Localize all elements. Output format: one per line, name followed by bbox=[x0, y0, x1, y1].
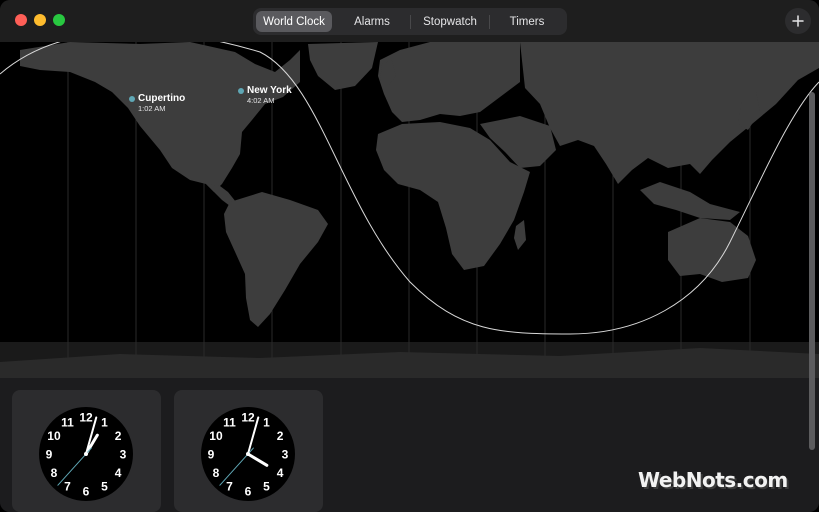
clock-numeral: 7 bbox=[64, 480, 71, 494]
clock-numeral: 8 bbox=[51, 466, 58, 480]
clock-center-cap bbox=[246, 452, 250, 456]
zoom-window-button[interactable] bbox=[53, 14, 65, 26]
clock-numeral: 11 bbox=[61, 415, 74, 429]
clock-numeral: 2 bbox=[115, 429, 122, 443]
clock-numeral: 3 bbox=[282, 448, 289, 462]
watermark: WebNots.com bbox=[638, 468, 788, 492]
clock-numeral: 7 bbox=[226, 480, 233, 494]
city-pin-cupertino[interactable]: Cupertino 1:02 AM bbox=[129, 93, 185, 113]
clock-numeral: 4 bbox=[115, 466, 122, 480]
clock-app-window: World Clock Alarms Stopwatch Timers Cupe… bbox=[0, 0, 819, 512]
clock-numeral: 5 bbox=[263, 480, 270, 494]
city-name: New York bbox=[247, 85, 292, 96]
clock-numeral: 9 bbox=[46, 448, 53, 462]
location-dot-icon bbox=[129, 96, 135, 102]
clock-numeral: 4 bbox=[277, 466, 284, 480]
clock-card-cupertino[interactable]: 12 1 2 3 4 5 6 7 8 9 10 11 bbox=[12, 390, 161, 512]
clock-center-cap bbox=[84, 452, 88, 456]
tab-alarms[interactable]: Alarms bbox=[334, 11, 410, 32]
clock-numeral: 6 bbox=[245, 485, 252, 499]
city-time: 4:02 AM bbox=[247, 96, 275, 105]
vertical-scrollbar[interactable] bbox=[809, 92, 815, 450]
clock-numeral: 2 bbox=[277, 429, 284, 443]
clock-numeral: 1 bbox=[101, 415, 108, 429]
clock-numeral: 12 bbox=[241, 411, 255, 425]
city-name: Cupertino bbox=[138, 93, 186, 104]
analog-clock-new-york: 12 12 3 45678 9 1011 bbox=[201, 407, 295, 501]
city-time: 1:02 AM bbox=[138, 104, 166, 113]
clock-numeral: 5 bbox=[101, 480, 108, 494]
clock-numeral: 1 bbox=[263, 415, 270, 429]
clock-numeral: 6 bbox=[83, 485, 90, 499]
clock-numeral: 11 bbox=[223, 415, 236, 429]
clock-numeral: 10 bbox=[47, 429, 61, 443]
location-dot-icon bbox=[238, 88, 244, 94]
clock-numeral: 8 bbox=[213, 466, 220, 480]
clock-card-new-york[interactable]: 12 1 2 3 4 5 6 7 8 9 10 11 bbox=[174, 390, 323, 512]
tab-timers[interactable]: Timers bbox=[490, 11, 564, 32]
clock-numeral: 9 bbox=[208, 448, 215, 462]
tab-stopwatch[interactable]: Stopwatch bbox=[411, 11, 489, 32]
clock-numeral: 3 bbox=[120, 448, 127, 462]
tab-world-clock[interactable]: World Clock bbox=[256, 11, 332, 32]
clock-numeral: 10 bbox=[209, 429, 223, 443]
close-window-button[interactable] bbox=[15, 14, 27, 26]
city-pin-new-york[interactable]: New York 4:02 AM bbox=[238, 85, 292, 105]
world-map: Cupertino 1:02 AM New York 4:02 AM bbox=[0, 42, 819, 378]
title-bar: World Clock Alarms Stopwatch Timers bbox=[0, 0, 819, 42]
add-city-button[interactable] bbox=[785, 8, 811, 34]
minimize-window-button[interactable] bbox=[34, 14, 46, 26]
clock-numeral: 12 bbox=[79, 411, 93, 425]
plus-icon bbox=[792, 15, 804, 27]
analog-clock-cupertino: 12 12 3 45678 9 1011 bbox=[39, 407, 133, 501]
mode-tab-bar: World Clock Alarms Stopwatch Timers bbox=[253, 8, 567, 35]
world-map-graphic bbox=[0, 42, 819, 378]
